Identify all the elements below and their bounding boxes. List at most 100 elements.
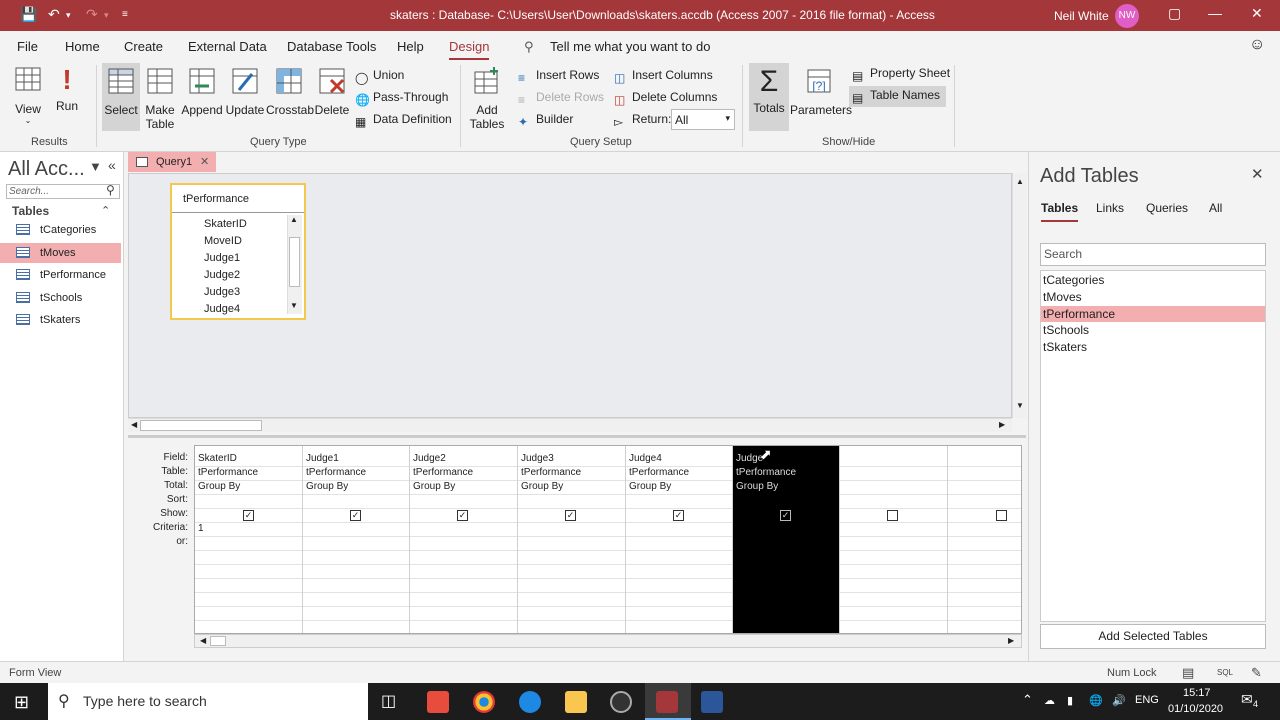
scroll-up-icon[interactable]: ▲ (290, 215, 298, 224)
chevron-up-icon[interactable]: ⌃ (1022, 692, 1033, 708)
pane-splitter[interactable] (128, 435, 1026, 438)
list-item[interactable]: tSkaters (1041, 339, 1265, 355)
make-table-button[interactable]: Make Table (144, 66, 176, 131)
design-horizontal-scrollbar[interactable]: ◀ ▶ (128, 418, 1012, 432)
grid-horizontal-scrollbar[interactable]: ◀ ▶ (194, 634, 1022, 648)
table-cell[interactable]: tPerformance (736, 467, 796, 478)
nav-item-tschools[interactable]: tSchools (0, 288, 121, 308)
show-checkbox[interactable]: ✓ (350, 510, 361, 521)
show-checkbox[interactable]: ✓ (780, 510, 791, 521)
nav-menu-icon[interactable]: ▼ (89, 159, 102, 174)
add-tables-button[interactable]: Add Tables (469, 66, 505, 131)
grid-column-8[interactable] (948, 446, 1021, 633)
union-button[interactable]: ◯ Union (355, 68, 404, 85)
return-dropdown[interactable]: All ▾ (671, 109, 735, 130)
field-cell[interactable]: Judge3 (521, 453, 554, 464)
show-checkbox[interactable]: ✓ (243, 510, 254, 521)
field-cell[interactable]: Judge2 (413, 453, 446, 464)
table-cell[interactable]: tPerformance (521, 467, 581, 478)
customize-qat-icon[interactable]: ≡ (122, 9, 128, 20)
nav-item-tmoves[interactable]: tMoves (0, 243, 121, 263)
tab-database-tools[interactable]: Database Tools (287, 39, 376, 54)
tab-queries[interactable]: Queries (1146, 201, 1188, 215)
field-list-tperformance[interactable]: tPerformance SkaterID MoveID Judge1 Judg… (170, 183, 306, 320)
grid-column-2[interactable]: Judge1 tPerformance Group By ✓ (303, 446, 410, 633)
scroll-thumb[interactable] (140, 420, 262, 431)
edge-icon[interactable] (519, 691, 541, 713)
nav-title[interactable]: All Acc... (8, 158, 85, 181)
table-cell[interactable]: tPerformance (413, 467, 473, 478)
tab-tables[interactable]: Tables (1041, 201, 1079, 222)
table-cell[interactable]: tPerformance (306, 467, 366, 478)
design-vertical-scrollbar[interactable]: ▲ ▼ (1012, 173, 1027, 418)
tab-help[interactable]: Help (397, 39, 424, 54)
undo-dropdown-icon[interactable]: ▾ (66, 10, 71, 21)
network-icon[interactable]: 🌐 (1089, 694, 1103, 707)
scroll-right-icon[interactable]: ▶ (999, 420, 1005, 429)
undo-icon[interactable]: ↶ (48, 6, 60, 23)
scroll-down-icon[interactable]: ▼ (1016, 401, 1024, 410)
append-button[interactable]: Append (180, 66, 224, 117)
close-icon[interactable]: ✕ (200, 152, 209, 172)
minimize-icon[interactable]: — (1208, 5, 1222, 21)
close-window-icon[interactable]: ✕ (1251, 5, 1263, 22)
smiley-icon[interactable]: ☺ (1249, 36, 1265, 54)
field-item[interactable]: Judge2 (204, 269, 240, 281)
pass-through-button[interactable]: 🌐 Pass-Through (355, 90, 448, 107)
datasheet-view-icon[interactable]: ▤ (1182, 665, 1194, 681)
show-checkbox[interactable]: ✓ (565, 510, 576, 521)
scroll-down-icon[interactable]: ▼ (290, 301, 298, 310)
grid-column-5[interactable]: Judge4 tPerformance Group By ✓ (626, 446, 733, 633)
tables-search-input[interactable]: Search (1040, 243, 1266, 266)
onedrive-icon[interactable]: ☁ (1044, 694, 1055, 707)
show-checkbox[interactable]: ✓ (673, 510, 684, 521)
field-item[interactable]: Judge3 (204, 286, 240, 298)
list-item[interactable]: tCategories (1041, 272, 1265, 288)
field-cell[interactable]: SkaterID (198, 453, 237, 464)
grid-column-4[interactable]: Judge3 tPerformance Group By ✓ (518, 446, 626, 633)
scroll-right-icon[interactable]: ▶ (1008, 636, 1014, 645)
delete-columns-button[interactable]: ◫ Delete Columns (614, 90, 717, 107)
avatar[interactable]: NW (1115, 4, 1139, 28)
field-cell[interactable]: Judge4 (629, 453, 662, 464)
collapse-icon[interactable]: « (108, 157, 116, 173)
task-view-icon[interactable]: ◫ (381, 691, 396, 711)
run-button[interactable]: ! Run (52, 65, 82, 125)
design-view-icon[interactable]: ✎ (1251, 665, 1262, 681)
chrome-icon[interactable] (473, 691, 495, 713)
table-cell[interactable]: tPerformance (629, 467, 689, 478)
snip-tool-icon[interactable] (427, 691, 449, 713)
nav-section-tables[interactable]: Tables (12, 204, 49, 218)
update-button[interactable]: Update (224, 66, 266, 117)
obs-icon[interactable] (610, 691, 632, 713)
clock-time[interactable]: 15:17 (1183, 687, 1211, 699)
show-checkbox[interactable] (996, 510, 1007, 521)
totals-button[interactable]: Σ Totals (749, 63, 789, 131)
table-cell[interactable]: tPerformance (198, 467, 258, 478)
file-explorer-icon[interactable] (565, 691, 587, 713)
scroll-thumb[interactable] (289, 237, 300, 287)
grid-column-1[interactable]: SkaterID tPerformance Group By ✓ 1 (195, 446, 303, 633)
tab-home[interactable]: Home (65, 39, 100, 54)
windows-start-icon[interactable]: ⊞ (14, 692, 29, 713)
search-icon[interactable]: ⚲ (106, 183, 115, 197)
list-item[interactable]: tSchools (1041, 322, 1265, 338)
close-icon[interactable]: ✕ (1251, 165, 1264, 183)
show-checkbox[interactable]: ✓ (457, 510, 468, 521)
save-icon[interactable]: 💾 (20, 6, 37, 23)
volume-icon[interactable]: 🔊 (1112, 694, 1126, 707)
parameters-button[interactable]: [?] Parameters (790, 66, 852, 117)
grid-column-7[interactable] (840, 446, 948, 633)
grid-column-6-selected[interactable]: Judge tPerformance Group By ✓ (733, 446, 840, 633)
taskbar-search[interactable]: ⚲ Type here to search (48, 683, 368, 720)
property-sheet-button[interactable]: ▤ Property Sheet (852, 66, 950, 83)
chevron-up-icon[interactable]: ⌃ (101, 204, 110, 217)
show-checkbox[interactable] (887, 510, 898, 521)
list-item[interactable]: tMoves (1041, 289, 1265, 305)
nav-search-input[interactable]: Search... (6, 184, 120, 199)
insert-rows-button[interactable]: ≡ Insert Rows (518, 68, 599, 85)
total-cell[interactable]: Group By (306, 481, 348, 492)
scroll-left-icon[interactable]: ◀ (131, 420, 137, 429)
tell-me-box[interactable]: Tell me what you want to do (550, 39, 710, 54)
notifications-icon[interactable]: ✉ (1241, 691, 1253, 708)
